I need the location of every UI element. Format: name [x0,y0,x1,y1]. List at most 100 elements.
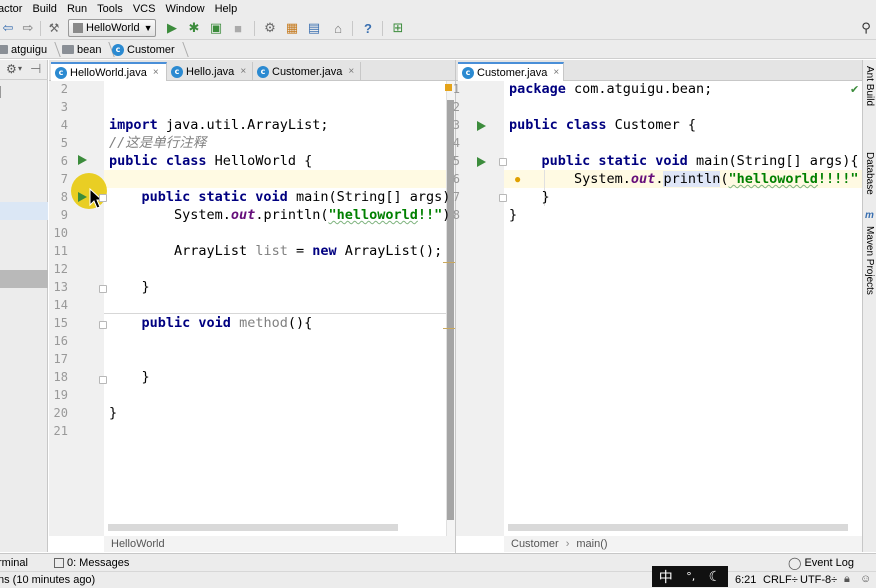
chevron-down-icon[interactable]: ▾ [18,64,22,73]
stop-icon[interactable]: ■ [230,20,246,36]
right-editor-code-area[interactable] [504,81,862,536]
run-gutter-icon[interactable] [477,157,486,167]
lightbulb-icon[interactable]: ● [514,172,521,186]
inspector-icon[interactable]: ☺ [860,573,871,585]
left-editor-hscroll-thumb[interactable] [108,524,398,531]
footer-class-crumb[interactable]: Customer [511,538,559,550]
run-icon[interactable]: ▶ [164,20,180,36]
code-line[interactable]: } [109,368,150,386]
plugin-icon[interactable]: ⊞ [390,20,406,36]
run-gutter-icon[interactable] [78,192,87,202]
terminal-tool-button[interactable]: rminal [0,557,28,569]
menu-bar: actor Build Run Tools VCS Window Help [0,0,876,17]
tab-customer-right[interactable]: c Customer.java × [458,62,564,81]
project-structure-icon[interactable]: ▦ [284,20,300,36]
debug-bug-icon[interactable]: ✱ [186,20,202,36]
fold-marker[interactable] [99,194,107,202]
line-number: 17 [53,352,68,366]
check-icon[interactable]: ✔ [850,83,859,96]
caret-position[interactable]: 6:21 [735,574,756,586]
messages-icon [53,557,64,568]
collapse-icon[interactable]: ⊣ [30,61,41,77]
tree-selected-row[interactable] [0,202,48,220]
gear-icon[interactable]: ⚙ [6,62,17,76]
code-line[interactable]: ArrayList list = new ArrayList(); [109,242,442,260]
line-separator-select[interactable]: CRLF÷ [763,574,798,586]
event-log-tool-button[interactable]: Event Log [804,557,854,569]
line-number: 19 [53,388,68,402]
breadcrumb-label: atguigu [11,43,48,56]
fold-marker[interactable] [499,158,507,166]
code-line[interactable]: public static void main(String[] args) [109,188,451,206]
run-gutter-icon[interactable] [78,155,87,165]
fold-marker[interactable] [99,285,107,293]
database-tool-button[interactable]: Database [864,152,875,195]
line-number: 14 [53,298,68,312]
code-line[interactable]: public void method(){ [109,314,313,332]
run-gutter-icon[interactable] [477,121,486,131]
settings-wrench-icon[interactable]: ⚙ [262,20,278,36]
fold-marker[interactable] [499,194,507,202]
ime-punctuation[interactable]: °, [686,570,695,583]
sdk-icon[interactable]: ▤ [306,20,322,36]
code-line[interactable]: package com.atguigu.bean; [509,80,712,98]
menu-help[interactable]: Help [215,3,238,15]
tab-customer[interactable]: c Customer.java × [253,62,361,81]
menu-run[interactable]: Run [67,3,87,15]
code-token: main(String[] args) [287,189,451,205]
code-line[interactable]: System.out.println("helloworld!!!!" [509,170,859,188]
search-icon[interactable]: ⚲ [858,20,874,36]
ant-build-tool-button[interactable]: Ant Build [864,66,875,106]
close-icon[interactable]: × [153,67,159,78]
close-icon[interactable]: × [553,67,559,78]
ime-moon-icon[interactable]: ☾ [709,569,722,585]
footer-class-crumb[interactable]: HelloWorld [111,538,165,550]
breadcrumb-item-bean[interactable]: bean [62,42,116,57]
code-line[interactable]: //这是单行注释 [109,134,206,152]
code-line[interactable]: } [509,188,550,206]
menu-build[interactable]: Build [32,3,56,15]
tab-label: HelloWorld.java [70,66,147,79]
code-line[interactable]: public class Customer { [509,116,696,134]
build-hammer-icon[interactable]: ⚒ [46,20,62,36]
breadcrumb-item-customer[interactable]: c Customer [112,42,189,57]
menu-vcs[interactable]: VCS [133,3,156,15]
messages-tool-button[interactable]: 0: Messages [67,557,129,569]
ime-language[interactable]: 中 [659,567,673,587]
menu-refactor[interactable]: actor [0,3,22,15]
coverage-icon[interactable]: ▣ [208,20,224,36]
fold-marker[interactable] [99,321,107,329]
code-line[interactable]: } [109,278,150,296]
forward-arrow-icon[interactable]: ⇨ [20,20,36,36]
class-icon: c [55,66,67,79]
help-icon[interactable]: ? [360,20,376,36]
maven-projects-tool-button[interactable]: Maven Projects [864,226,875,295]
tree-highlight-row[interactable] [0,270,48,288]
right-editor-hscroll-thumb[interactable] [508,524,848,531]
code-line[interactable]: public class HelloWorld { [109,152,312,170]
code-line[interactable]: import java.util.ArrayList; [109,116,328,134]
close-icon[interactable]: × [348,66,354,77]
fold-marker[interactable] [99,376,107,384]
run-configuration-select[interactable]: HelloWorld ▼ [68,19,156,37]
menu-tools[interactable]: Tools [97,3,123,15]
close-icon[interactable]: × [240,66,246,77]
encoding-select[interactable]: UTF-8÷ [800,574,837,586]
ime-toolbar[interactable]: 中 °, ☾ [652,566,728,587]
lock-icon[interactable]: 🔒︎ [844,573,850,586]
code-line[interactable]: public static void main(String[] args){ [509,152,859,170]
breadcrumb-label: Customer [127,43,175,56]
back-arrow-icon[interactable]: ⇦ [0,20,16,36]
breadcrumb-item-atguigu[interactable]: atguigu [0,42,61,57]
tab-helloworld[interactable]: c HelloWorld.java × [51,62,167,81]
tab-hello[interactable]: c Hello.java × [167,62,253,81]
menu-window[interactable]: Window [165,3,204,15]
vcs-icon[interactable]: ⌂ [330,20,346,36]
code-line[interactable]: } [509,206,517,224]
line-number: 4 [452,136,460,150]
footer-method-crumb[interactable]: main() [576,538,607,550]
code-line[interactable]: System.out.println("helloworld!!") [109,206,450,224]
code-token: public class [509,117,607,133]
code-line[interactable]: } [109,404,117,422]
